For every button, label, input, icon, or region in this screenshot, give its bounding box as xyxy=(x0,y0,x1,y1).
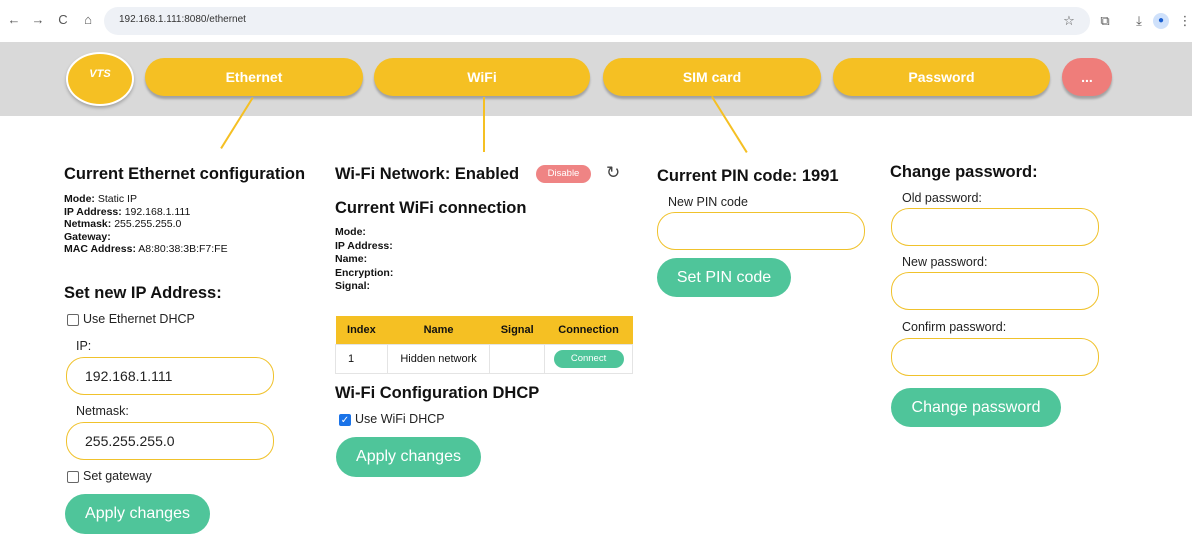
profile-icon[interactable]: ● xyxy=(1152,12,1170,30)
ethernet-dhcp-label: Use Ethernet DHCP xyxy=(83,312,195,326)
wifi-apply-button[interactable]: Apply changes xyxy=(336,437,481,477)
wifi-networks-table: Index Name Signal Connection 1 Hidden ne… xyxy=(335,316,633,374)
wifi-status-title: Wi-Fi Network: Enabled xyxy=(335,165,520,183)
url-text: 192.168.1.111:8080/ethernet xyxy=(119,14,246,25)
wifi-info: Mode: IP Address: Name: Encryption: Sign… xyxy=(335,226,394,292)
ip-input-value: 192.168.1.111 xyxy=(85,368,173,384)
set-gateway-checkbox[interactable] xyxy=(67,471,79,483)
tab-more[interactable]: ... xyxy=(1062,58,1112,96)
new-password-input[interactable] xyxy=(891,272,1099,310)
extensions-icon[interactable]: ⧉ xyxy=(1096,12,1114,30)
home-icon[interactable]: ⌂ xyxy=(80,12,96,28)
ip-label: IP: xyxy=(76,339,92,353)
wifi-disable-button[interactable]: Disable xyxy=(536,165,591,183)
tab-wifi[interactable]: WiFi xyxy=(374,58,590,96)
cell-index: 1 xyxy=(335,344,388,374)
ethernet-dhcp-checkbox[interactable] xyxy=(67,314,79,326)
netmask-label: Netmask: xyxy=(76,404,129,418)
wifi-dhcp-label: Use WiFi DHCP xyxy=(355,412,445,426)
ip-input[interactable]: 192.168.1.111 xyxy=(66,357,274,395)
pin-input[interactable] xyxy=(657,212,865,250)
ethernet-apply-button[interactable]: Apply changes xyxy=(65,494,210,534)
netmask-input[interactable]: 255.255.255.0 xyxy=(66,422,274,460)
change-password-title: Change password: xyxy=(890,163,1038,181)
old-password-label: Old password: xyxy=(902,191,982,205)
cell-signal xyxy=(489,344,546,374)
confirm-password-label: Confirm password: xyxy=(902,320,1007,334)
set-gateway-label: Set gateway xyxy=(83,469,152,483)
tab-ethernet[interactable]: Ethernet xyxy=(145,58,363,96)
refresh-icon[interactable]: ↻ xyxy=(606,163,620,183)
avatar: ● xyxy=(1153,13,1169,29)
pin-code-title: Current PIN code: 1991 xyxy=(657,167,839,185)
wifi-current-title: Current WiFi connection xyxy=(335,199,527,217)
wifi-dhcp-checkbox[interactable]: ✓ xyxy=(339,414,351,426)
logo-text: VTS xyxy=(89,68,111,80)
ethernet-config-title: Current Ethernet configuration xyxy=(64,165,306,183)
address-bar[interactable] xyxy=(104,7,1090,35)
old-password-input[interactable] xyxy=(891,208,1099,246)
netmask-input-value: 255.255.255.0 xyxy=(85,433,175,449)
col-signal: Signal xyxy=(489,316,545,345)
confirm-password-input[interactable] xyxy=(891,338,1099,376)
tab-password[interactable]: Password xyxy=(833,58,1050,96)
back-icon[interactable]: ← xyxy=(6,12,22,28)
connect-button[interactable]: Connect xyxy=(553,350,624,368)
change-password-button[interactable]: Change password xyxy=(891,388,1061,427)
set-ip-title: Set new IP Address: xyxy=(64,284,222,302)
cell-connection: Connect xyxy=(544,344,633,374)
table-row: 1 Hidden network Connect xyxy=(335,344,633,374)
col-connection: Connection xyxy=(544,316,633,345)
tab-sim-card[interactable]: SIM card xyxy=(603,58,821,96)
table-header-row: Index Name Signal Connection xyxy=(335,316,633,345)
set-pin-button[interactable]: Set PIN code xyxy=(657,258,791,297)
reload-icon[interactable]: C xyxy=(55,12,71,28)
new-password-label: New password: xyxy=(902,255,988,269)
ethernet-info: Mode: Static IP IP Address: 192.168.1.11… xyxy=(64,193,228,255)
pin-label: New PIN code xyxy=(668,195,748,209)
cell-name: Hidden network xyxy=(386,344,491,374)
col-name: Name xyxy=(387,316,490,345)
download-icon[interactable]: ⤓ xyxy=(1130,12,1148,30)
col-index: Index xyxy=(335,316,388,345)
connector-line xyxy=(483,97,485,152)
logo: VTS xyxy=(66,52,134,106)
menu-icon[interactable]: ⋮ xyxy=(1176,12,1192,30)
forward-icon[interactable]: → xyxy=(30,12,46,28)
wifi-dhcp-title: Wi-Fi Configuration DHCP xyxy=(335,384,540,402)
star-icon[interactable]: ☆ xyxy=(1060,12,1078,30)
